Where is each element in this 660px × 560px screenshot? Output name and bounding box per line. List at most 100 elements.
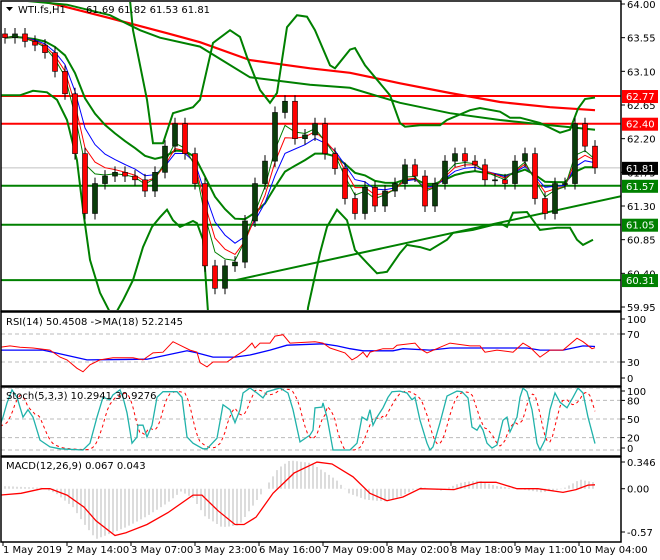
candle-body xyxy=(512,160,518,184)
trading-chart[interactable]: 64.0063.5563.1062.6562.2061.7561.3060.85… xyxy=(0,0,660,560)
candle[interactable] xyxy=(342,162,348,205)
rsi-axis-label: 30 xyxy=(627,358,640,369)
time-axis-label: 9 May 11:00 xyxy=(515,545,577,556)
candle[interactable] xyxy=(152,166,158,198)
candle[interactable] xyxy=(282,95,288,119)
candle[interactable] xyxy=(572,117,578,190)
rsi-axis-label: 100 xyxy=(627,315,646,326)
level-price-label: 61.57 xyxy=(626,182,655,193)
candle[interactable] xyxy=(552,177,558,220)
candle[interactable] xyxy=(212,259,218,295)
candle[interactable] xyxy=(2,27,8,44)
candle-body xyxy=(562,183,568,185)
candle[interactable] xyxy=(272,106,278,168)
candle-body xyxy=(72,93,78,154)
candle[interactable] xyxy=(92,177,98,220)
candle[interactable] xyxy=(542,192,548,220)
candle[interactable] xyxy=(422,170,428,212)
candle[interactable] xyxy=(302,128,308,145)
candle-body xyxy=(112,172,118,177)
stoch-axis-label: 0 xyxy=(627,444,633,455)
candle[interactable] xyxy=(112,166,118,183)
candle[interactable] xyxy=(352,192,358,220)
candle-body xyxy=(52,52,58,72)
candle[interactable] xyxy=(532,147,538,205)
level-price-label: 60.31 xyxy=(626,276,655,287)
candle-body xyxy=(442,160,448,184)
candle[interactable] xyxy=(222,259,228,295)
candle[interactable] xyxy=(252,177,258,227)
candle[interactable] xyxy=(362,181,368,220)
candle[interactable] xyxy=(512,155,518,190)
candle-body xyxy=(542,198,548,214)
candle-body xyxy=(252,183,258,222)
candle-body xyxy=(472,160,478,166)
candle[interactable] xyxy=(82,147,88,220)
candle-body xyxy=(452,153,458,162)
candle-body xyxy=(82,153,88,214)
rsi-title: RSI(14) 50.4508 ->MA(18) 52.2145 xyxy=(6,317,183,328)
candle[interactable] xyxy=(452,147,458,168)
candle[interactable] xyxy=(22,27,28,48)
trendline[interactable] xyxy=(235,195,621,282)
price-panel[interactable] xyxy=(0,0,621,341)
candle-body xyxy=(232,261,238,267)
stoch-axis-label: 20 xyxy=(627,434,640,445)
price-axis-label: 61.30 xyxy=(627,202,656,213)
candle[interactable] xyxy=(182,117,188,160)
time-axis-label: 8 May 02:00 xyxy=(387,545,449,556)
candle-body xyxy=(92,183,98,214)
candle-body xyxy=(412,164,418,177)
candle[interactable] xyxy=(462,147,468,168)
time-axis-label: 3 May 23:00 xyxy=(195,545,257,556)
candle[interactable] xyxy=(132,170,138,186)
ohlc-values: 61.69 61.82 61.53 61.81 xyxy=(86,5,210,16)
time-axis-label: 6 May 16:00 xyxy=(259,545,321,556)
dropdown-triangle-icon[interactable] xyxy=(6,7,13,11)
candle-body xyxy=(322,123,328,154)
price-axis-label: 60.85 xyxy=(627,236,656,247)
candle[interactable] xyxy=(392,177,398,198)
candle-body xyxy=(482,164,488,181)
time-axis-label: 10 May 04:00 xyxy=(579,545,648,556)
candle-body xyxy=(132,175,138,181)
candle[interactable] xyxy=(482,158,488,186)
rsi-panel[interactable] xyxy=(0,333,621,373)
candle-body xyxy=(572,123,578,184)
candle[interactable] xyxy=(292,95,298,145)
macd-panel[interactable] xyxy=(0,460,596,539)
candle[interactable] xyxy=(442,155,448,190)
candle[interactable] xyxy=(162,140,168,179)
rsi-line xyxy=(1,334,596,373)
level-price-label: 61.05 xyxy=(626,221,655,232)
candle[interactable] xyxy=(592,140,598,174)
candle[interactable] xyxy=(192,147,198,190)
candle-body xyxy=(242,220,248,263)
price-axis-label: 59.95 xyxy=(627,303,656,314)
candle[interactable] xyxy=(262,155,268,190)
candle[interactable] xyxy=(232,256,238,272)
candle[interactable] xyxy=(242,214,248,269)
symbol-timeframe: WTI.fs,H1 xyxy=(18,5,66,16)
candle-body xyxy=(532,153,538,199)
time-axis-label: 8 May 18:00 xyxy=(451,545,513,556)
candle[interactable] xyxy=(202,177,208,272)
price-axis-label: 63.55 xyxy=(627,34,656,45)
candle-body xyxy=(12,33,18,38)
candle-body xyxy=(2,33,8,38)
candle-body xyxy=(302,134,308,139)
candle[interactable] xyxy=(122,166,128,183)
candle[interactable] xyxy=(72,87,78,160)
candle-body xyxy=(22,33,28,42)
candle[interactable] xyxy=(472,155,478,171)
macd-axis-label: -0.57 xyxy=(627,528,653,539)
candle[interactable] xyxy=(32,35,38,52)
candle[interactable] xyxy=(142,173,148,198)
candle[interactable] xyxy=(312,117,318,141)
stoch-axis-label: 80 xyxy=(627,396,640,407)
candle[interactable] xyxy=(12,27,18,44)
candle[interactable] xyxy=(322,117,328,160)
candle-body xyxy=(462,153,468,162)
candle-body xyxy=(372,186,378,207)
candle-body xyxy=(312,123,318,136)
